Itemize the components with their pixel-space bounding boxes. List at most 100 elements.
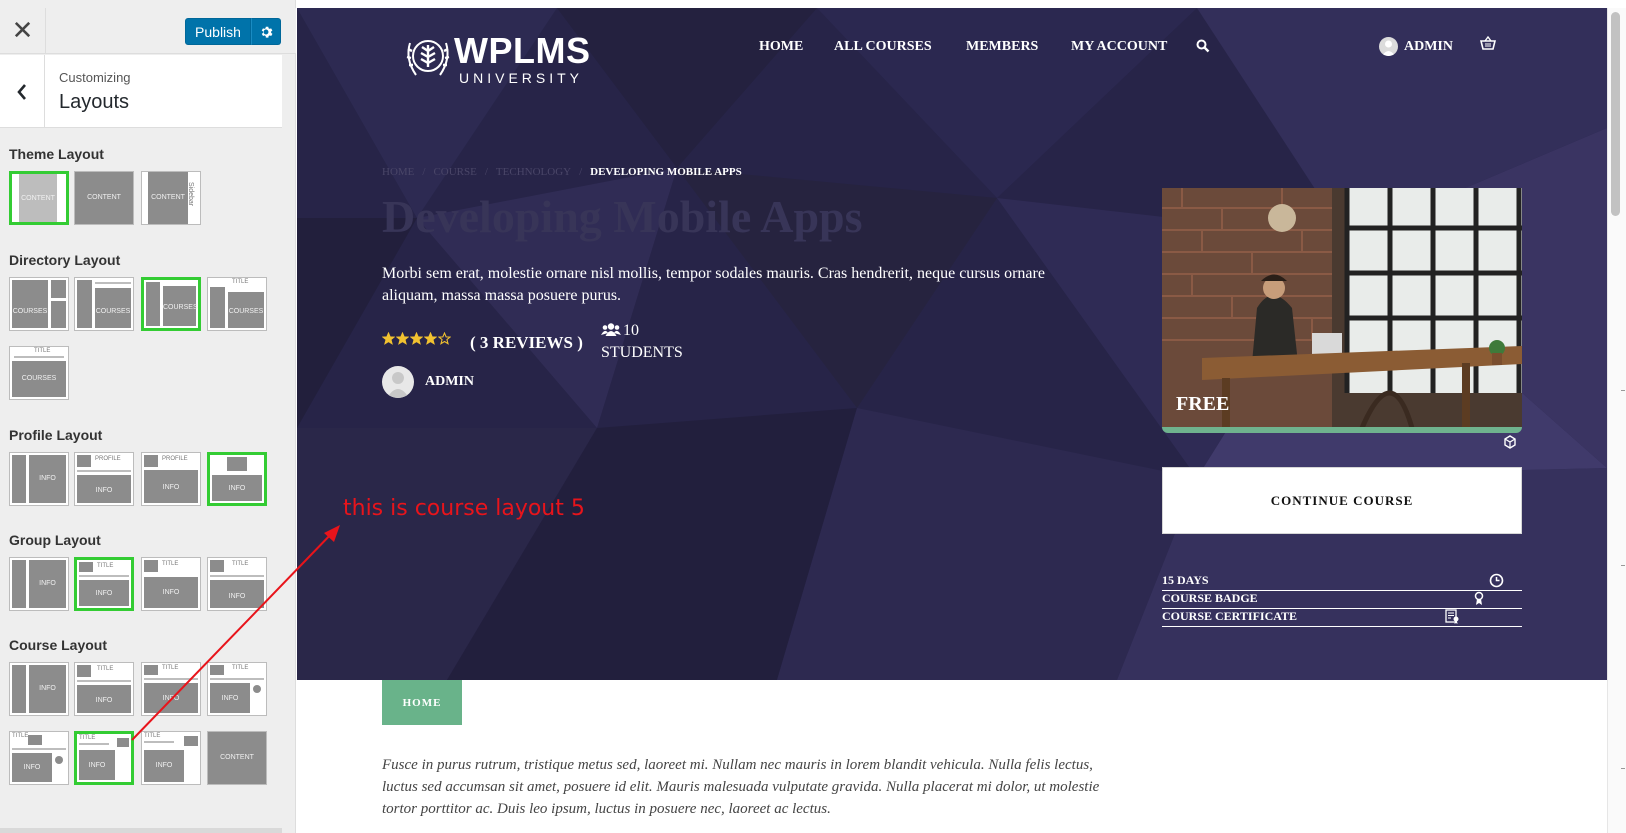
logo-title[interactable]: WPLMS bbox=[454, 30, 590, 72]
thumb-label: INFO bbox=[228, 593, 246, 600]
thumb-sidebar-label: Sidebar bbox=[187, 182, 194, 207]
group-layout-option-2[interactable]: TITLE INFO bbox=[74, 557, 134, 611]
breadcrumb-technology[interactable]: TECHNOLOGY bbox=[496, 166, 571, 178]
group-layout-option-3[interactable]: TITLE INFO bbox=[141, 557, 201, 611]
search-button[interactable] bbox=[1196, 39, 1210, 58]
clock-icon bbox=[1489, 573, 1504, 588]
nav-all-courses[interactable]: ALL COURSES bbox=[834, 39, 932, 55]
thumb-title-label: TITLE bbox=[97, 563, 114, 569]
publish-button[interactable]: Publish bbox=[185, 18, 251, 45]
badge-text: COURSE BADGE bbox=[1162, 591, 1258, 605]
section-header: Customizing Layouts bbox=[0, 55, 282, 128]
course-layout-option-8[interactable]: CONTENT bbox=[207, 731, 267, 785]
cart-button[interactable] bbox=[1479, 35, 1497, 55]
nav-members[interactable]: MEMBERS bbox=[966, 39, 1038, 55]
edge-mark bbox=[1621, 565, 1625, 566]
course-layout-option-7[interactable]: TITLE INFO bbox=[141, 731, 201, 785]
gear-icon bbox=[261, 26, 273, 38]
rating-stars bbox=[382, 332, 451, 345]
directory-layout-option-4[interactable]: TITLE COURSES bbox=[207, 277, 267, 331]
sidebar-scrollbar[interactable] bbox=[0, 828, 282, 833]
star-filled-icon bbox=[396, 332, 409, 345]
theme-layout-option-3[interactable]: CONTENT Sidebar bbox=[141, 171, 201, 225]
directory-layout-option-3[interactable]: COURSES bbox=[141, 277, 201, 331]
breadcrumb: HOME / COURSE / TECHNOLOGY / DEVELOPING … bbox=[382, 166, 742, 178]
cube-icon[interactable] bbox=[1503, 435, 1517, 454]
course-layout-option-6[interactable]: TITLE INFO bbox=[74, 731, 134, 785]
course-layout-option-1[interactable]: INFO bbox=[9, 662, 69, 716]
thumb-profile-label: PROFILE bbox=[162, 456, 188, 462]
course-layout-option-2[interactable]: TITLE INFO bbox=[74, 662, 134, 716]
breadcrumb-separator: / bbox=[484, 166, 488, 178]
account-name: ADMIN bbox=[1404, 38, 1453, 54]
breadcrumb-course[interactable]: COURSE bbox=[433, 166, 476, 178]
profile-layout-option-4[interactable]: INFO bbox=[207, 452, 267, 506]
instructor-name[interactable]: ADMIN bbox=[425, 374, 474, 390]
duration-text: 15 DAYS bbox=[1162, 573, 1209, 587]
thumb-label: INFO bbox=[23, 764, 41, 771]
thumb-label: COURSES bbox=[228, 308, 264, 315]
detail-certificate: COURSE CERTIFICATE bbox=[1162, 609, 1522, 627]
logo-subtitle: UNIVERSITY bbox=[459, 70, 584, 86]
group-layout-label: Group Layout bbox=[9, 532, 101, 548]
nav-home[interactable]: HOME bbox=[759, 39, 803, 55]
thumb-label: INFO bbox=[162, 695, 180, 702]
theme-layout-option-2[interactable]: CONTENT bbox=[74, 171, 134, 225]
certificate-icon bbox=[1445, 609, 1459, 624]
thumb-label: CONTENT bbox=[21, 195, 55, 202]
theme-layout-option-1[interactable]: CONTENT bbox=[9, 171, 69, 225]
instructor-avatar[interactable] bbox=[382, 366, 414, 398]
thumb-title-label: TITLE bbox=[79, 735, 96, 741]
thumb-label: INFO bbox=[88, 762, 106, 769]
breadcrumb-home[interactable]: HOME bbox=[382, 166, 414, 178]
course-photo bbox=[1162, 188, 1522, 428]
profile-layout-option-3[interactable]: PROFILE INFO bbox=[141, 452, 201, 506]
course-layout-option-4[interactable]: TITLE INFO bbox=[207, 662, 267, 716]
thumb-label: INFO bbox=[162, 589, 180, 596]
thumb-label: CONTENT bbox=[87, 194, 121, 201]
course-body-text: Fusce in purus rutrum, tristique metus s… bbox=[382, 757, 1100, 817]
group-layout-option-4[interactable]: TITLE INFO bbox=[207, 557, 267, 611]
tab-home[interactable]: HOME bbox=[382, 680, 462, 725]
annotation-label: this is course layout 5 bbox=[343, 496, 585, 521]
breadcrumb-current: DEVELOPING MOBILE APPS bbox=[590, 166, 742, 178]
thumb-label: COURSES bbox=[95, 308, 131, 315]
thumb-title-label: TITLE bbox=[144, 733, 161, 739]
edge-mark bbox=[1621, 768, 1625, 769]
nav-my-account[interactable]: MY ACCOUNT bbox=[1071, 39, 1167, 55]
course-layout-option-5[interactable]: TITLE INFO bbox=[9, 731, 69, 785]
reviews-count[interactable]: ( 3 REVIEWS ) bbox=[470, 333, 583, 353]
page-scrollbar-thumb[interactable] bbox=[1611, 12, 1620, 216]
thumb-label: COURSES bbox=[21, 375, 57, 382]
account-menu[interactable]: ADMIN bbox=[1379, 37, 1453, 56]
thumb-title-label: TITLE bbox=[232, 665, 249, 671]
directory-layout-option-2[interactable]: COURSES bbox=[74, 277, 134, 331]
thumb-label: INFO bbox=[162, 484, 180, 491]
profile-layout-option-1[interactable]: INFO bbox=[9, 452, 69, 506]
publish-settings-button[interactable] bbox=[251, 18, 281, 45]
site-logo[interactable] bbox=[402, 29, 454, 83]
directory-layout-option-5[interactable]: TITLE COURSES bbox=[9, 346, 69, 400]
directory-layout-option-1[interactable]: COURSES bbox=[9, 277, 69, 331]
profile-layout-option-2[interactable]: PROFILE INFO bbox=[74, 452, 134, 506]
star-filled-icon bbox=[410, 332, 423, 345]
back-button[interactable] bbox=[0, 55, 45, 128]
breadcrumb-separator: / bbox=[422, 166, 426, 178]
thumb-label: CONTENT bbox=[151, 194, 185, 201]
thumb-label: INFO bbox=[39, 685, 56, 692]
course-layout-option-3[interactable]: TITLE INFO bbox=[141, 662, 201, 716]
group-layout-option-1[interactable]: INFO bbox=[9, 557, 69, 611]
chevron-left-icon bbox=[17, 83, 26, 100]
course-hero: WPLMS UNIVERSITY HOME ALL COURSES MEMBER… bbox=[297, 8, 1607, 680]
course-description: Morbi sem erat, molestie ornare nisl mol… bbox=[382, 265, 1045, 304]
close-customizer-button[interactable]: ✕ bbox=[0, 8, 46, 54]
course-image[interactable] bbox=[1162, 188, 1522, 428]
continue-course-button[interactable]: CONTINUE COURSE bbox=[1162, 467, 1522, 534]
students-count: 10 bbox=[623, 322, 639, 339]
thumb-label: COURSES bbox=[163, 304, 198, 311]
search-icon bbox=[1196, 39, 1210, 53]
profile-layout-label: Profile Layout bbox=[9, 427, 103, 443]
thumb-label: INFO bbox=[95, 487, 113, 494]
users-icon bbox=[601, 322, 621, 343]
thumb-label: INFO bbox=[39, 580, 56, 587]
